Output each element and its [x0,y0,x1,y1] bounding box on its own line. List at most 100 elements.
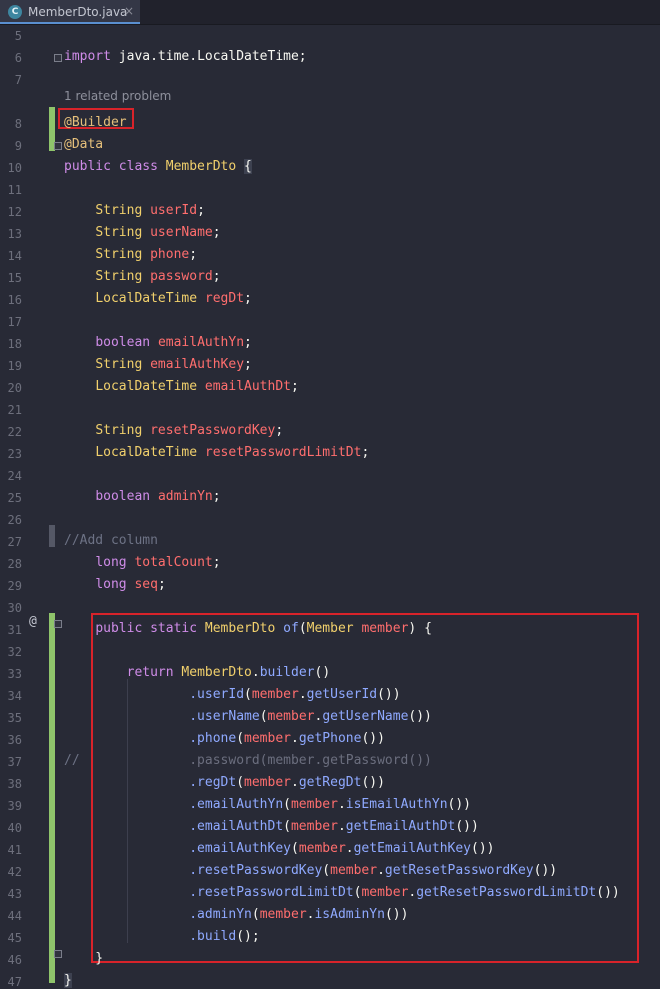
line-number: 34 [7,689,22,703]
code-line[interactable]: String resetPasswordKey; [64,423,283,438]
code-line[interactable]: long totalCount; [64,555,221,570]
line-number: 35 [7,711,22,725]
code-line[interactable]: String userName; [64,225,221,240]
code-line[interactable]: String phone; [64,247,197,262]
code-token: String [95,203,151,218]
code-token: . [337,797,346,812]
code-line[interactable]: } [64,951,103,966]
code-token: userName [150,225,213,240]
code-token: } [64,951,104,966]
fold-marker[interactable] [54,142,62,150]
code-token: getEmailAuthDt [345,819,456,834]
line-number: 37 [7,755,22,769]
code-token: ; [212,225,221,240]
line-number: 15 [7,271,22,285]
code-line[interactable]: // .password(member.getPassword()) [64,753,432,768]
code-token: .regDt [189,775,237,790]
code-line[interactable]: .phone(member.getPhone()) [64,731,385,746]
code-token: ( [236,731,245,746]
code-line[interactable]: .resetPasswordLimitDt(member.getResetPas… [64,885,620,900]
code-token: regDt [204,291,245,306]
code-token: . [337,819,346,834]
code-line[interactable]: .emailAuthYn(member.isEmailAuthYn()) [64,797,471,812]
code-token: member [244,731,291,746]
line-number: 47 [7,975,22,989]
code-token: . [291,775,299,790]
code-token: getRegDt [298,775,362,790]
code-token: phone [150,247,190,262]
code-token: ()) [361,775,385,790]
code-token: ; [212,555,221,570]
code-line[interactable]: .emailAuthKey(member.getEmailAuthKey()) [64,841,494,856]
related-problem-hint[interactable]: 1 related problem [64,89,171,103]
code-token: ( [283,797,291,812]
code-line[interactable]: long seq; [64,577,166,592]
vcs-modified-marker [49,525,55,547]
code-line[interactable]: LocalDateTime resetPasswordLimitDt; [64,445,369,460]
fold-marker[interactable] [54,54,62,62]
code-line[interactable]: .regDt(member.getRegDt()) [64,775,385,790]
code-line[interactable]: boolean adminYn; [64,489,220,504]
tab-memberdto-java[interactable]: C MemberDto.java × [0,0,140,24]
line-number: 23 [7,447,22,461]
line-number: 36 [7,733,22,747]
close-icon[interactable]: × [124,4,134,18]
java-class-icon: C [8,5,22,19]
line-number: 39 [7,799,22,813]
code-token: ( [251,907,260,922]
code-line[interactable]: public static MemberDto of(Member member… [64,621,432,636]
code-line[interactable]: .build(); [64,929,259,944]
line-number: 9 [14,139,22,153]
code-token: member [361,885,409,900]
vcs-change-marker [49,613,55,983]
code-token: .emailAuthDt [189,819,284,834]
code-line[interactable]: @Builder [64,115,127,130]
code-token: .emailAuthYn [189,797,284,812]
code-token: member [267,709,315,724]
override-marker-icon[interactable]: @ [29,614,37,629]
code-line[interactable]: String userId; [64,203,205,218]
code-token: ()) [408,709,432,724]
fold-marker[interactable] [54,950,62,958]
code-line[interactable]: .userId(member.getUserId()) [64,687,400,702]
line-number: 28 [7,557,22,571]
code-line[interactable]: public class MemberDto { [64,159,252,174]
code-token: emailAuthYn [157,335,245,350]
code-line[interactable]: String emailAuthKey; [64,357,252,372]
code-line[interactable]: return MemberDto.builder() [64,665,331,680]
code-line[interactable]: .emailAuthDt(member.getEmailAuthDt()) [64,819,479,834]
line-number: 22 [7,425,22,439]
code-token: ( [259,709,268,724]
code-token: isAdminYn [314,907,385,922]
code-line[interactable]: @Data [64,137,103,152]
code-line[interactable]: .userName(member.getUserName()) [64,709,432,724]
code-token: . [291,731,299,746]
code-line[interactable]: boolean emailAuthYn; [64,335,252,350]
code-line[interactable]: import java.time.LocalDateTime; [64,49,307,64]
code-token: .build [189,929,237,944]
code-token: LocalDateTime [95,445,205,460]
line-number: 6 [14,51,22,65]
code-line[interactable]: LocalDateTime emailAuthDt; [64,379,299,394]
line-number: 45 [7,931,22,945]
fold-marker[interactable] [54,620,62,628]
code-line[interactable]: String password; [64,269,220,284]
code-token: ; [157,577,166,592]
code-token: userId [150,203,198,218]
code-token: getResetPasswordLimitDt [416,885,597,900]
code-line[interactable]: //Add column [64,533,158,548]
code-line[interactable]: LocalDateTime regDt; [64,291,252,306]
code-token: ; [361,445,370,460]
code-line[interactable]: .adminYn(member.isAdminYn()) [64,907,408,922]
tab-label: MemberDto.java [28,5,128,19]
line-number: 17 [7,315,22,329]
code-line[interactable]: .resetPasswordKey(member.getResetPasswor… [64,863,557,878]
code-editor[interactable]: @ 1 related problem 5 6 import java.time.L… [0,25,660,989]
